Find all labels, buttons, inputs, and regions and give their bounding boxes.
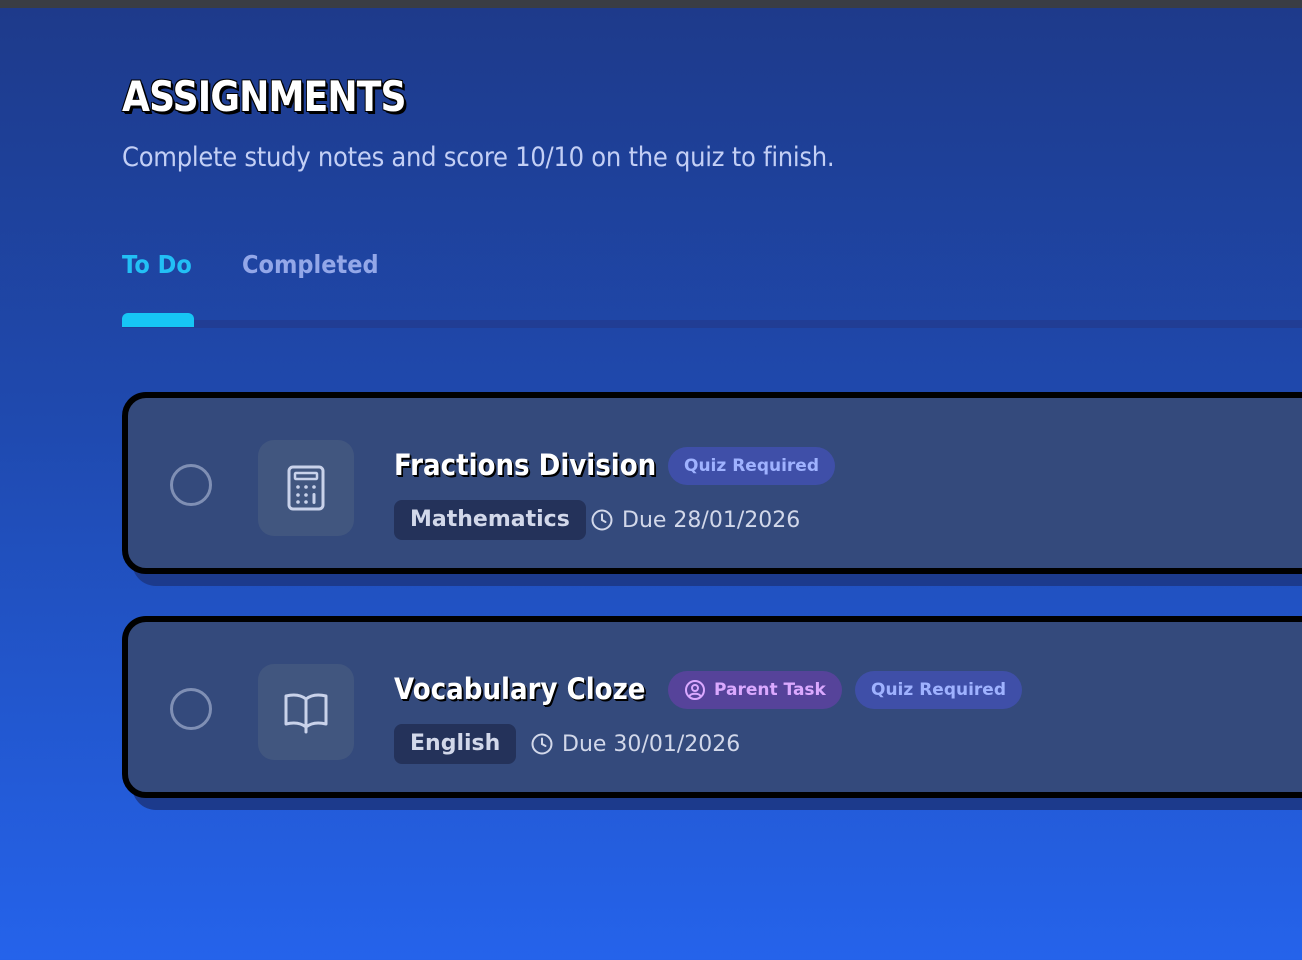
parent-task-badge: Parent Task <box>668 671 842 709</box>
page-subtitle: Complete study notes and score 10/10 on … <box>122 142 835 173</box>
clock-icon <box>531 733 553 755</box>
assignment-title[interactable]: Fractions Division <box>394 448 656 482</box>
quiz-required-badge: Quiz Required <box>668 447 835 485</box>
tab-to-do[interactable]: To Do <box>122 250 192 279</box>
page-title: ASSIGNMENTS <box>122 72 407 121</box>
subject-icon-box <box>258 440 354 536</box>
due-date-text: Due 28/01/2026 <box>622 507 801 533</box>
tab-track <box>122 320 1302 328</box>
due-date: Due 28/01/2026 <box>590 500 800 540</box>
user-circle-icon <box>685 680 705 700</box>
subject-chip: English <box>394 724 517 764</box>
assignment-card[interactable]: Vocabulary Cloze Parent Task Quiz Requir… <box>122 616 1302 798</box>
active-tab-indicator <box>122 313 194 327</box>
subject-icon-box <box>258 664 354 760</box>
tab-completed[interactable]: Completed <box>242 250 379 279</box>
subject-chip: Mathematics <box>394 500 586 540</box>
assignment-card[interactable]: Fractions Division Quiz Required Mathema… <box>122 392 1302 574</box>
book-open-icon <box>284 693 328 734</box>
clock-icon <box>591 509 613 531</box>
complete-checkbox[interactable] <box>170 688 212 730</box>
quiz-required-badge: Quiz Required <box>855 671 1022 709</box>
due-date-text: Due 30/01/2026 <box>562 731 741 757</box>
complete-checkbox[interactable] <box>170 464 212 506</box>
parent-task-label: Parent Task <box>714 680 826 700</box>
window-top-bar <box>0 0 1302 8</box>
assignment-title[interactable]: Vocabulary Cloze <box>394 672 646 706</box>
calculator-icon <box>287 465 325 511</box>
tab-bar: To Do Completed <box>122 250 1302 328</box>
due-date: Due 30/01/2026 <box>530 724 740 764</box>
